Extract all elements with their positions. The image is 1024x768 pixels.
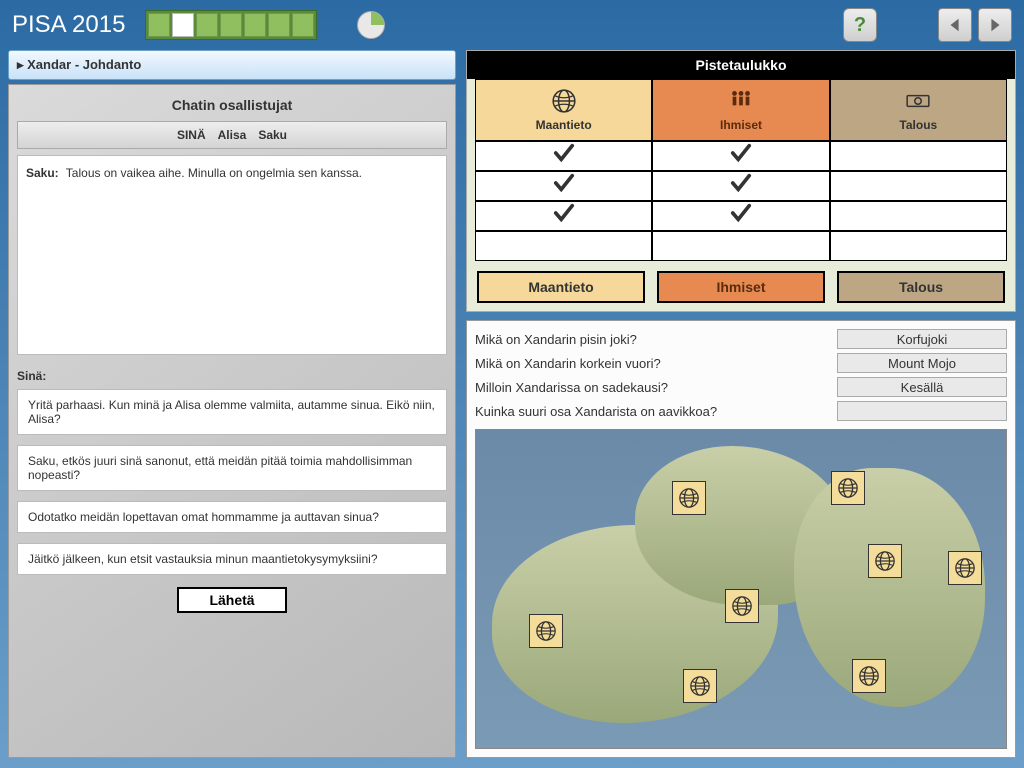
score-cell <box>475 201 652 231</box>
people-icon <box>726 88 756 114</box>
qa-answer[interactable]: Korfujoki <box>837 329 1007 349</box>
left-panel: Xandar - Johdanto Chatin osallistujat SI… <box>8 50 456 758</box>
check-icon <box>553 172 575 200</box>
you-label: Sinä: <box>17 369 447 383</box>
qa-row: Mikä on Xandarin korkein vuori? Mount Moj… <box>475 351 1007 375</box>
participant: Alisa <box>218 128 247 142</box>
score-col-ihmiset: Ihmiset <box>652 79 829 141</box>
globe-icon <box>549 88 579 114</box>
score-cell <box>652 141 829 171</box>
category-button-ihmiset[interactable]: Ihmiset <box>657 271 825 303</box>
participant: Saku <box>258 128 287 142</box>
map-marker[interactable] <box>672 481 706 515</box>
check-icon <box>730 172 752 200</box>
progress-seg <box>172 13 194 37</box>
score-cell <box>652 201 829 231</box>
score-cell <box>830 171 1007 201</box>
participants-row: SINÄ Alisa Saku <box>17 121 447 149</box>
map-marker[interactable] <box>948 551 982 585</box>
qa-question: Mikä on Xandarin korkein vuori? <box>475 356 829 371</box>
qa-answer[interactable] <box>837 401 1007 421</box>
main: Xandar - Johdanto Chatin osallistujat SI… <box>8 50 1016 758</box>
progress-seg <box>268 13 290 37</box>
scoreboard-title: Pistetaulukko <box>467 51 1015 79</box>
score-cell <box>830 201 1007 231</box>
qa-question: Mikä on Xandarin pisin joki? <box>475 332 829 347</box>
globe-icon <box>954 557 976 579</box>
progress-seg <box>196 13 218 37</box>
chat-frame: Chatin osallistujat SINÄ Alisa Saku Saku: … <box>8 84 456 758</box>
globe-icon <box>535 620 557 642</box>
check-icon <box>730 202 752 230</box>
check-icon <box>553 202 575 230</box>
next-button[interactable] <box>978 8 1012 42</box>
qa-question: Kuinka suuri osa Xandarista on aavikkoa? <box>475 404 829 419</box>
score-cell <box>830 231 1007 261</box>
reply-option[interactable]: Saku, etkös juuri sinä sanonut, että mei… <box>17 445 447 491</box>
score-cell <box>475 141 652 171</box>
scenario-title: Xandar - Johdanto <box>8 50 456 80</box>
progress-seg <box>292 13 314 37</box>
qa-answer[interactable]: Kesällä <box>837 377 1007 397</box>
qa-row: Kuinka suuri osa Xandarista on aavikkoa? <box>475 399 1007 423</box>
score-cell <box>475 231 652 261</box>
score-col-talous: Talous <box>830 79 1007 141</box>
chat-header: Chatin osallistujat <box>17 93 447 115</box>
qa-panel: Mikä on Xandarin pisin joki?KorfujokiMik… <box>466 320 1016 758</box>
help-button[interactable]: ? <box>843 8 877 42</box>
score-cell <box>475 171 652 201</box>
globe-icon <box>689 675 711 697</box>
scoreboard: Pistetaulukko MaantietoIhmisetTalous Maa… <box>466 50 1016 312</box>
map-marker[interactable] <box>852 659 886 693</box>
globe-icon <box>678 487 700 509</box>
globe-icon <box>874 550 896 572</box>
globe-icon <box>731 595 753 617</box>
send-button[interactable]: Lähetä <box>177 587 286 613</box>
globe-icon <box>858 665 880 687</box>
score-cell <box>652 171 829 201</box>
progress-seg <box>148 13 170 37</box>
topbar: PISA 2015 ? <box>0 0 1024 50</box>
timer-icon <box>357 11 385 39</box>
progress-indicator <box>145 10 317 40</box>
qa-answer[interactable]: Mount Mojo <box>837 353 1007 373</box>
map-marker[interactable] <box>725 589 759 623</box>
reply-option[interactable]: Odotatko meidän lopettavan omat hommamme… <box>17 501 447 533</box>
chat-message: Saku: Talous on vaikea aihe. Minulla on … <box>26 166 438 180</box>
category-button-maantieto[interactable]: Maantieto <box>477 271 645 303</box>
map-marker[interactable] <box>868 544 902 578</box>
reply-list: Yritä parhaasi. Kun minä ja Alisa olemme… <box>17 389 447 575</box>
reply-option[interactable]: Jäitkö jälkeen, kun etsit vastauksia min… <box>17 543 447 575</box>
check-icon <box>553 142 575 170</box>
map[interactable] <box>475 429 1007 749</box>
map-marker[interactable] <box>683 669 717 703</box>
qa-question: Milloin Xandarissa on sadekausi? <box>475 380 829 395</box>
qa-row: Milloin Xandarissa on sadekausi? Kesällä <box>475 375 1007 399</box>
score-cell <box>652 231 829 261</box>
qa-row: Mikä on Xandarin pisin joki? Korfujoki <box>475 327 1007 351</box>
map-marker[interactable] <box>529 614 563 648</box>
score-cell <box>830 141 1007 171</box>
reply-option[interactable]: Yritä parhaasi. Kun minä ja Alisa olemme… <box>17 389 447 435</box>
score-col-maantieto: Maantieto <box>475 79 652 141</box>
progress-seg <box>220 13 242 37</box>
category-button-talous[interactable]: Talous <box>837 271 1005 303</box>
money-icon <box>903 88 933 114</box>
right-column: Pistetaulukko MaantietoIhmisetTalous Maa… <box>466 50 1016 758</box>
globe-icon <box>837 477 859 499</box>
participant: SINÄ <box>177 128 206 142</box>
map-marker[interactable] <box>831 471 865 505</box>
chat-log[interactable]: Saku: Talous on vaikea aihe. Minulla on … <box>17 155 447 355</box>
app-title: PISA 2015 <box>12 11 125 39</box>
check-icon <box>730 142 752 170</box>
prev-button[interactable] <box>938 8 972 42</box>
progress-seg <box>244 13 266 37</box>
